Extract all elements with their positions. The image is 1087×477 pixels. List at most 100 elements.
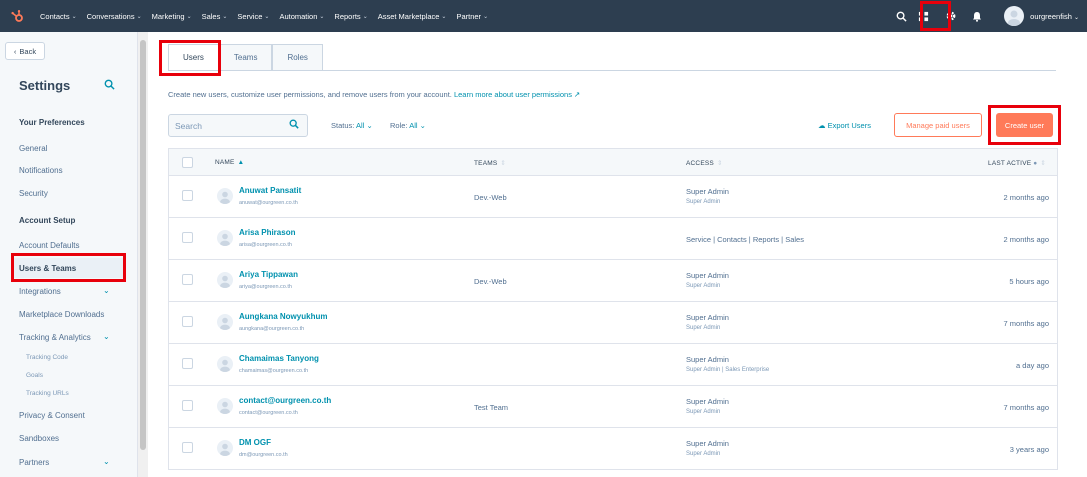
user-last-active: 5 hours ago [1009,277,1049,286]
user-avatar-icon [217,188,233,204]
nav-marketing[interactable]: Marketing ⌄ [152,12,192,21]
chevron-down-icon: ⌄ [103,286,110,295]
chevron-down-icon: ⌄ [136,13,142,20]
user-last-active: a day ago [1016,361,1049,370]
user-name-link[interactable]: DM OGF [239,438,271,447]
row-checkbox[interactable] [182,274,193,285]
user-team: Dev.-Web [474,277,507,286]
user-avatar-icon [217,398,233,414]
sidebar-subitem-tracking-urls[interactable]: Tracking URLs [26,390,69,397]
user-access: Super Admin [686,271,729,280]
row-checkbox[interactable] [182,190,193,201]
tab-divider [168,70,1056,71]
table-row[interactable]: DM OGF dm@ourgreen.co.th Super Admin Super … [168,428,1058,470]
avatar[interactable] [1004,6,1025,26]
chevron-down-icon: ⌄ [362,13,368,20]
sidebar-item-integrations[interactable]: Integrations ⌄ [19,286,110,296]
select-all-checkbox[interactable] [182,157,193,168]
nav-sales[interactable]: Sales ⌄ [202,12,228,21]
nav-label: Service [237,11,263,21]
table-row[interactable]: Ariya Tippawan ariya@ourgreen.co.th Dev.-W… [168,260,1058,302]
table-row[interactable]: Arisa Phirason arisa@ourgreen.co.th Servic… [168,218,1058,260]
user-name-link[interactable]: Arisa Phirason [239,228,295,237]
table-row[interactable]: Chamaimas Tanyong chamaimas@ourgreen.co.t… [168,344,1058,386]
nav-partner[interactable]: Partner ⌄ [456,12,488,21]
learn-more-link[interactable]: Learn more about user permissions [454,90,572,99]
sidebar-item-security[interactable]: Security [19,189,48,198]
account-name: ourgreenfish [1030,11,1072,21]
highlight-users-tab [159,40,221,76]
header-last-active[interactable]: LAST ACTIVE ● ⇕ [988,159,1046,167]
tab-roles[interactable]: Roles [272,44,323,70]
hubspot-logo-icon[interactable] [4,0,30,32]
highlight-create-user [988,105,1061,145]
sidebar-scrollbar-thumb[interactable] [140,40,146,450]
sort-icon: ⇕ [716,160,723,167]
nav-asset-marketplace[interactable]: Asset Marketplace ⌄ [378,12,447,21]
sidebar-item-general[interactable]: General [19,144,47,153]
user-access: Super Admin [686,187,729,196]
nav-contacts[interactable]: Contacts ⌄ [40,12,77,21]
header-teams[interactable]: TEAMS ⇕ [474,159,506,167]
sidebar-item-notifications[interactable]: Notifications [19,166,63,175]
sidebar-subitem-tracking-code[interactable]: Tracking Code [26,354,68,361]
nav-service[interactable]: Service ⌄ [237,12,269,21]
chevron-down-icon: ⌄ [441,13,447,20]
chevron-left-icon: ‹ [13,46,17,56]
row-checkbox[interactable] [182,232,193,243]
back-button[interactable]: ‹ Back [5,42,45,60]
nav-conversations[interactable]: Conversations ⌄ [87,12,142,21]
header-name[interactable]: NAME ▲ [215,159,244,166]
user-access-detail: Super Admin [686,409,721,415]
user-last-active: 2 months ago [1003,235,1049,244]
export-users-button[interactable]: ☁ Export Users [818,121,871,130]
row-checkbox[interactable] [182,400,193,411]
row-checkbox[interactable] [182,442,193,453]
search-input[interactable]: Search [168,114,308,137]
highlight-gear [920,1,951,31]
nav-automation[interactable]: Automation ⌄ [279,12,324,21]
user-name-link[interactable]: contact@ourgreen.co.th [239,396,331,405]
sidebar-section-account-setup: Account Setup [19,216,76,225]
sidebar-item-tracking-analytics[interactable]: Tracking & Analytics ⌄ [19,332,110,342]
bell-icon[interactable] [966,0,988,32]
search-icon[interactable] [890,0,912,32]
manage-paid-users-button[interactable]: Manage paid users [894,113,982,137]
user-name-link[interactable]: Chamaimas Tanyong [239,354,319,363]
nav-reports[interactable]: Reports ⌄ [334,12,367,21]
sidebar-section-your-preferences: Your Preferences [19,118,85,127]
row-checkbox[interactable] [182,358,193,369]
role-value: All [409,121,418,130]
status-filter[interactable]: Status: All ⌄ [331,121,373,130]
intro-text: Create new users, customize user permiss… [168,90,580,99]
sidebar-item-partners[interactable]: Partners ⌄ [19,457,110,467]
search-icon [289,119,299,132]
chevron-down-icon: ⌄ [264,13,270,20]
header-access[interactable]: ACCESS ⇕ [686,159,723,167]
sidebar-subitem-goals[interactable]: Goals [26,372,43,379]
user-name-link[interactable]: Aungkana Nowyukhum [239,312,327,321]
sort-asc-icon: ▲ [237,159,245,166]
tab-teams[interactable]: Teams [218,44,273,70]
user-name-link[interactable]: Ariya Tippawan [239,270,298,279]
search-icon[interactable] [104,79,115,93]
row-checkbox[interactable] [182,316,193,327]
sidebar-item-privacy-consent[interactable]: Privacy & Consent [19,411,85,420]
nav-label: Automation [279,11,318,21]
account-menu[interactable]: ourgreenfish ⌄ [1030,12,1079,21]
role-filter[interactable]: Role: All ⌄ [390,121,426,130]
sidebar-item-account-defaults[interactable]: Account Defaults [19,241,79,250]
sidebar-item-sandboxes[interactable]: Sandboxes [19,434,59,443]
nav-label: Contacts [40,11,70,21]
user-name-link[interactable]: Anuwat Pansatit [239,186,301,195]
user-avatar-icon [217,230,233,246]
table-row[interactable]: Aungkana Nowyukhum aungkana@ourgreen.co.t… [168,302,1058,344]
table-row[interactable]: Anuwat Pansatit anuwat@ourgreen.co.th Dev.… [168,176,1058,218]
sidebar-item-label: Tracking & Analytics [19,333,91,342]
user-team: Dev.-Web [474,193,507,202]
table-row[interactable]: contact@ourgreen.co.th contact@ourgreen.c… [168,386,1058,428]
sort-icon: ⇕ [1040,160,1047,167]
sidebar-item-marketplace-downloads[interactable]: Marketplace Downloads [19,310,104,319]
chevron-down-icon: ⌄ [483,13,489,20]
user-last-active: 3 years ago [1009,445,1049,454]
